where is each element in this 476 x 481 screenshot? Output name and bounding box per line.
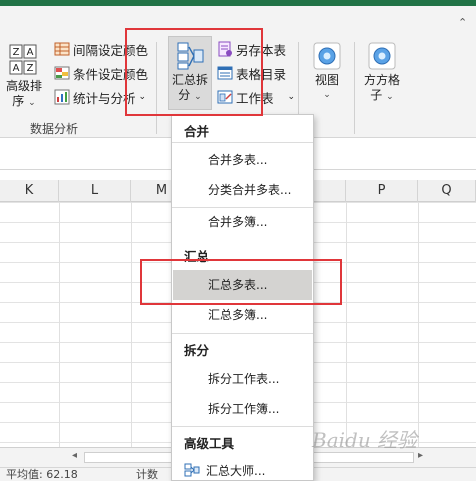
save-sheet-icon <box>218 41 232 57</box>
status-count: 计数 <box>136 468 158 481</box>
condition-color-button[interactable]: 条件设定颜色 <box>54 64 148 82</box>
ribbon-divider <box>354 42 355 134</box>
menu-item-category-merge-sheets[interactable]: 分类合并多表... <box>172 175 313 205</box>
chevron-down-icon: ⌄ <box>138 92 147 102</box>
interval-color-label: 间隔设定颜色 <box>73 42 149 58</box>
grid-line <box>346 202 347 447</box>
fangfang-grid-button[interactable]: 方方格 子 ⌄ <box>360 42 404 105</box>
worksheet-icon <box>217 90 233 104</box>
advanced-sort-label-1: 高级排 <box>5 79 42 93</box>
advanced-sort-label-2: 序 <box>12 94 25 108</box>
column-header[interactable]: L <box>59 180 131 202</box>
worksheet-label: 工作表 <box>236 90 274 106</box>
save-sheet-button[interactable]: 另存本表 <box>217 40 286 58</box>
view-label: 视图 <box>314 73 339 87</box>
statistics-analysis-button[interactable]: 统计与分析 ⌄ <box>54 88 146 106</box>
merge-split-icon <box>177 42 204 70</box>
group-label-data-analysis: 数据分析 <box>30 122 79 136</box>
save-sheet-label: 另存本表 <box>236 42 287 58</box>
interval-color-button[interactable]: 间隔设定颜色 <box>54 40 148 58</box>
grid-line <box>131 202 132 447</box>
merge-split-label-2: 分 <box>178 88 191 102</box>
chevron-down-icon: ⌄ <box>386 92 394 102</box>
column-header[interactable]: Q <box>418 180 476 202</box>
svg-text:Z: Z <box>27 63 34 74</box>
menu-section-header-merge: 合并 <box>184 124 210 139</box>
worksheet-button[interactable]: 工作表 ⌄ <box>217 88 295 106</box>
menu-item-split-workbook[interactable]: 拆分工作簿... <box>172 394 313 424</box>
ribbon-scroll-up-icon[interactable]: ⌃ <box>458 16 467 29</box>
view-icon <box>313 42 341 70</box>
chevron-down-icon: ⌄ <box>323 90 331 100</box>
menu-item-split-worksheet[interactable]: 拆分工作表... <box>172 364 313 394</box>
merge-split-button[interactable]: 汇总拆 分 ⌄ <box>168 36 212 110</box>
status-average: 平均值: 62.18 <box>6 468 78 481</box>
menu-item-summarize-workbooks[interactable]: 汇总多簿... <box>172 300 313 330</box>
chevron-down-icon: ⌄ <box>287 92 296 102</box>
menu-separator <box>172 333 313 334</box>
condition-color-icon <box>54 66 70 80</box>
column-header[interactable]: K <box>0 180 59 202</box>
merge-split-label-1: 汇总拆 <box>171 73 208 87</box>
column-header[interactable]: P <box>346 180 418 202</box>
summary-master-icon <box>184 463 200 477</box>
scroll-right-icon[interactable]: ▸ <box>418 450 423 461</box>
advanced-sort-button[interactable]: Z A A Z 高级排 序 ⌄ <box>2 44 46 111</box>
fangfang-grid-label-1: 方方格 <box>363 73 400 87</box>
chevron-down-icon: ⌄ <box>194 92 202 102</box>
view-button[interactable]: 视图 ⌄ <box>308 42 346 103</box>
chevron-down-icon: ⌄ <box>28 98 36 108</box>
menu-item-summarize-sheets[interactable]: 汇总多表... <box>173 270 312 300</box>
grid-line <box>59 202 60 447</box>
watermark-logo: Baidu 经验 <box>312 428 418 452</box>
ribbon-divider <box>156 42 157 134</box>
grid-color-icon <box>54 42 70 56</box>
statistics-analysis-label: 统计与分析 <box>73 90 136 106</box>
menu-section-header-split: 拆分 <box>184 343 210 358</box>
sort-az-icon: Z A A Z <box>9 44 37 75</box>
svg-text:A: A <box>13 63 20 74</box>
menu-separator <box>172 426 313 427</box>
sheet-directory-label: 表格目录 <box>236 66 287 82</box>
svg-text:Z: Z <box>13 47 20 58</box>
fangfang-grid-label-2: 子 <box>370 88 383 102</box>
menu-section-header-summary: 汇总 <box>184 249 210 264</box>
scroll-left-icon[interactable]: ◂ <box>72 450 77 461</box>
svg-text:A: A <box>27 47 34 58</box>
menu-item-summary-master[interactable]: 汇总大师... <box>172 456 313 481</box>
menu-item-summary-master-label: 汇总大师... <box>206 464 266 478</box>
menu-separator <box>172 142 313 143</box>
sheet-directory-icon <box>217 66 233 80</box>
grid-line <box>418 202 419 447</box>
statistics-icon <box>54 89 70 105</box>
condition-color-label: 条件设定颜色 <box>73 66 149 82</box>
grid-tool-icon <box>368 42 396 70</box>
sheet-directory-button[interactable]: 表格目录 <box>217 64 286 82</box>
merge-split-dropdown-menu: 合并 合并多表... 分类合并多表... 合并多簿... 汇总 汇总多表... … <box>171 114 314 481</box>
menu-section-header-advanced-tools: 高级工具 <box>184 436 235 451</box>
menu-item-merge-sheets[interactable]: 合并多表... <box>172 145 313 175</box>
menu-item-merge-workbooks[interactable]: 合并多簿... <box>172 207 313 237</box>
